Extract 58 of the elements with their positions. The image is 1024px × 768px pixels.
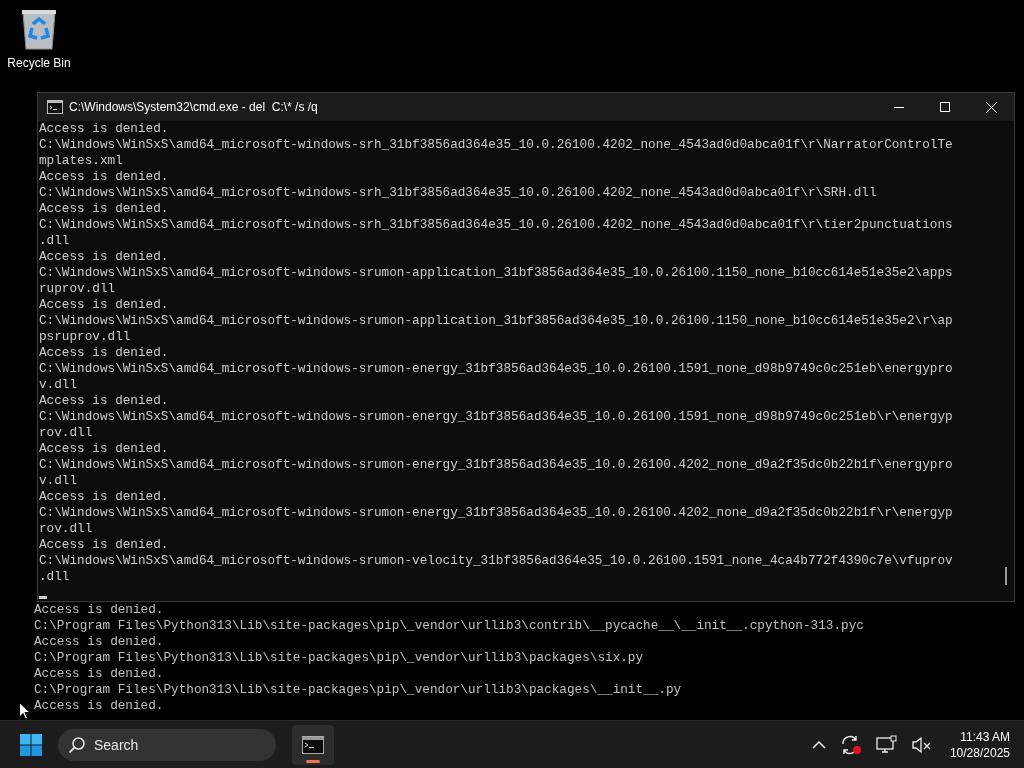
console-line: Access is denied. <box>39 249 170 265</box>
text-cursor <box>39 596 47 599</box>
console-line: Access is denied. <box>39 441 170 457</box>
console-line: rov.dll <box>39 425 94 441</box>
console-line: C:\Program Files\Python313\Lib\site-packages\pip\_vendor\urllib3\contrib\__pycache__\__init__.cpython-313.pyc <box>34 618 864 634</box>
scrollbar-thumb[interactable] <box>1005 567 1007 585</box>
window-title: C:\Windows\System32\cmd.exe - del C:\* /s /q <box>69 100 319 114</box>
console-line: psruprov.dll <box>39 329 132 345</box>
console-line: .dll <box>39 233 71 249</box>
console-line: C:\Windows\WinSxS\amd64_microsoft-windows-srumon-application_31bf3856ad364e35_10.0.26100.1150_none_b10cc614e51e35e2\apps <box>39 265 954 281</box>
console-line: C:\Program Files\Python313\Lib\site-packages\pip\_vendor\urllib3\packages\six.py <box>34 650 645 666</box>
console-line: C:\Windows\WinSxS\amd64_microsoft-windows-srumon-energy_31bf3856ad364e35_10.0.26100.1591_none_d98b9749c0c251eb\energypro <box>39 361 954 377</box>
console-line: Access is denied. <box>39 537 170 553</box>
console-line: C:\Windows\WinSxS\amd64_microsoft-windows-srh_31bf3856ad364e35_10.0.26100.4202_none_4543ad0d0abca01f\r\NarratorControlTe <box>39 137 954 153</box>
console-line: v.dll <box>39 473 79 489</box>
console-line: Access is denied. <box>34 602 165 618</box>
search-icon <box>68 735 86 754</box>
console-line: Access is denied. <box>39 121 170 137</box>
console-line: C:\Windows\WinSxS\amd64_microsoft-windows-srumon-energy_31bf3856ad364e35_10.0.26100.4202_none_d9a2f35dc0b22b1f\r\energyp <box>39 505 954 521</box>
clock[interactable]: 11:43 AM 10/28/2025 <box>949 728 1010 761</box>
clock-time: 11:43 AM <box>960 728 1010 745</box>
console-line: C:\Program Files\Python313\Lib\site-packages\pip\_vendor\urllib3\packages\__init__.py <box>34 682 683 698</box>
console-line: Access is denied. <box>39 201 170 217</box>
monitor-icon[interactable] <box>875 734 898 755</box>
console-line: Access is denied. <box>39 169 170 185</box>
console-line: C:\Windows\WinSxS\amd64_microsoft-windows-srumon-application_31bf3856ad364e35_10.0.26100.1150_none_b10cc614e51e35e2\r\ap <box>39 313 954 329</box>
active-indicator <box>306 759 320 763</box>
console-line: Access is denied. <box>34 698 165 714</box>
console-line: .dll <box>39 569 71 585</box>
desktop-icon-label: Recycle Bin <box>7 56 71 70</box>
console-line: C:\Windows\WinSxS\amd64_microsoft-windows-srumon-velocity_31bf3856ad364e35_10.0.26100.1591_none_4ca4b772f4390c7e\vfuprov <box>39 553 954 569</box>
console-line: mplates.xml <box>39 153 124 169</box>
search-field[interactable]: Search <box>58 728 276 761</box>
console-line: Access is denied. <box>34 634 165 650</box>
maximize-icon <box>940 102 950 112</box>
console-line: Access is denied. <box>39 393 170 409</box>
console-line: Access is denied. <box>39 345 170 361</box>
console-line: C:\Windows\WinSxS\amd64_microsoft-windows-srh_31bf3856ad364e35_10.0.26100.4202_none_4543ad0d0abca01f\r\SRH.dll <box>39 185 878 201</box>
console-line: ruprov.dll <box>39 281 117 297</box>
console-app-icon <box>47 100 63 114</box>
recycle-bin-icon[interactable] <box>19 8 59 50</box>
chevron-up-icon[interactable] <box>811 739 826 750</box>
sync-icon[interactable] <box>839 734 862 755</box>
close-icon <box>985 101 997 113</box>
muted-speaker-icon[interactable] <box>911 735 932 754</box>
windows-logo-icon <box>20 733 42 756</box>
console-app-icon <box>302 735 324 754</box>
console-line: Access is denied. <box>34 666 165 682</box>
clock-date: 10/28/2025 <box>949 744 1010 761</box>
console-line: v.dll <box>39 377 79 393</box>
console-line: C:\Windows\WinSxS\amd64_microsoft-windows-srumon-energy_31bf3856ad364e35_10.0.26100.1591_none_d98b9749c0c251eb\r\energyp <box>39 409 954 425</box>
console-line: rov.dll <box>39 521 94 537</box>
console-line: Access is denied. <box>39 297 170 313</box>
console-line: C:\Windows\WinSxS\amd64_microsoft-windows-srumon-energy_31bf3856ad364e35_10.0.26100.4202_none_d9a2f35dc0b22b1f\energypro <box>39 457 954 473</box>
mouse-pointer-icon <box>19 702 31 720</box>
console-line: Access is denied. <box>39 489 170 505</box>
console-line: C:\Windows\WinSxS\amd64_microsoft-windows-srh_31bf3856ad364e35_10.0.26100.4202_none_4543ad0d0abca01f\r\tier2punctuations <box>39 217 954 233</box>
console-taskbar-button[interactable] <box>292 724 334 765</box>
